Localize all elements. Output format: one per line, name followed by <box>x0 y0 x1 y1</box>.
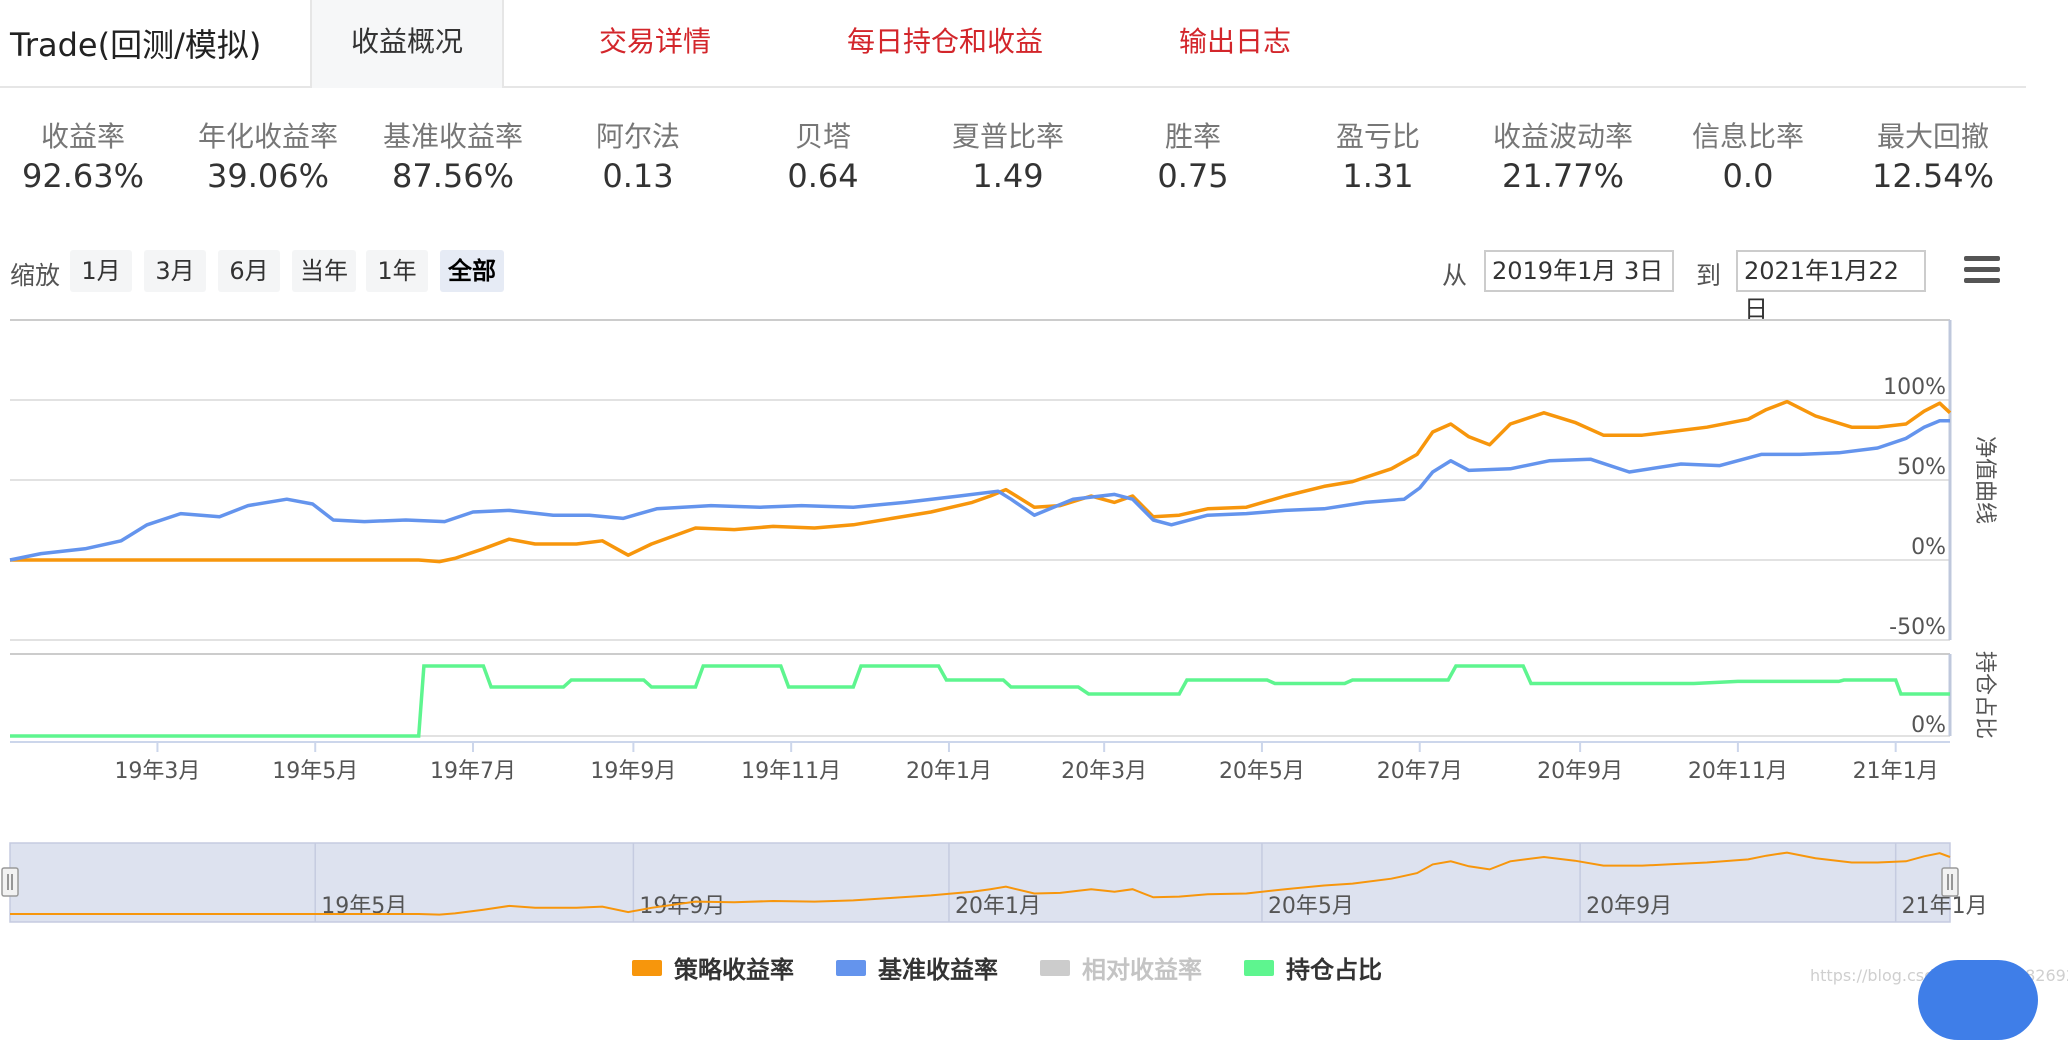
x-tick-label: 21年1月 <box>1853 759 1939 784</box>
position-panel-ylabel: 持仓占比 <box>1972 651 1997 739</box>
x-tick-label: 20年3月 <box>1061 759 1147 784</box>
x-tick-label: 19年7月 <box>430 759 516 784</box>
legend-swatch-relative[interactable] <box>1040 960 1070 976</box>
navigator-tick-label: 19年5月 <box>321 894 407 919</box>
legend-label-relative[interactable]: 相对收益率 <box>1082 956 1202 984</box>
legend-swatch-position[interactable] <box>1244 960 1274 976</box>
x-tick-label: 20年9月 <box>1537 759 1623 784</box>
x-tick-label: 20年11月 <box>1688 759 1788 784</box>
benchmark-series-line <box>9 419 1950 562</box>
backtest-chart: 100% 50% 0% -50% 净值曲线 0% 持仓占比 19年3月 19年5月 19年7月 19… <box>1 319 1997 984</box>
y-tick-label: 100% <box>1883 375 1946 400</box>
navigator-tick-label: 20年1月 <box>955 894 1041 919</box>
navigator-tick-label: 19年9月 <box>639 894 725 919</box>
legend-swatch-benchmark[interactable] <box>836 960 866 976</box>
x-tick-label: 19年3月 <box>114 759 200 784</box>
y-tick-label: -50% <box>1889 615 1946 640</box>
strategy-series-line <box>10 399 1952 564</box>
legend-label-benchmark[interactable]: 基准收益率 <box>878 956 998 984</box>
navigator-tick-label: 20年9月 <box>1586 894 1672 919</box>
position-series-line <box>10 664 1950 738</box>
y-tick-label: 0% <box>1911 535 1946 560</box>
navigator-right-handle[interactable] <box>1941 867 1959 897</box>
x-tick-label: 19年11月 <box>741 759 841 784</box>
legend-swatch-strategy[interactable] <box>632 960 662 976</box>
legend-label-strategy[interactable]: 策略收益率 <box>674 956 794 984</box>
position-y-tick-label: 0% <box>1911 713 1946 738</box>
navigator-tick-label: 20年5月 <box>1268 894 1354 919</box>
navigator-tick-label: 21年1月 <box>1902 894 1988 919</box>
legend-label-position[interactable]: 持仓占比 <box>1286 956 1382 984</box>
x-tick-label: 19年9月 <box>590 759 676 784</box>
x-tick-label: 20年7月 <box>1377 759 1463 784</box>
floating-action-button[interactable] <box>1918 960 2038 1040</box>
x-tick-label: 20年1月 <box>906 759 992 784</box>
y-tick-label: 50% <box>1897 455 1946 480</box>
navigator-left-handle[interactable] <box>1 867 19 897</box>
main-panel-ylabel: 净值曲线 <box>1972 436 1997 524</box>
x-tick-label: 20年5月 <box>1219 759 1305 784</box>
x-tick-label: 19年5月 <box>272 759 358 784</box>
